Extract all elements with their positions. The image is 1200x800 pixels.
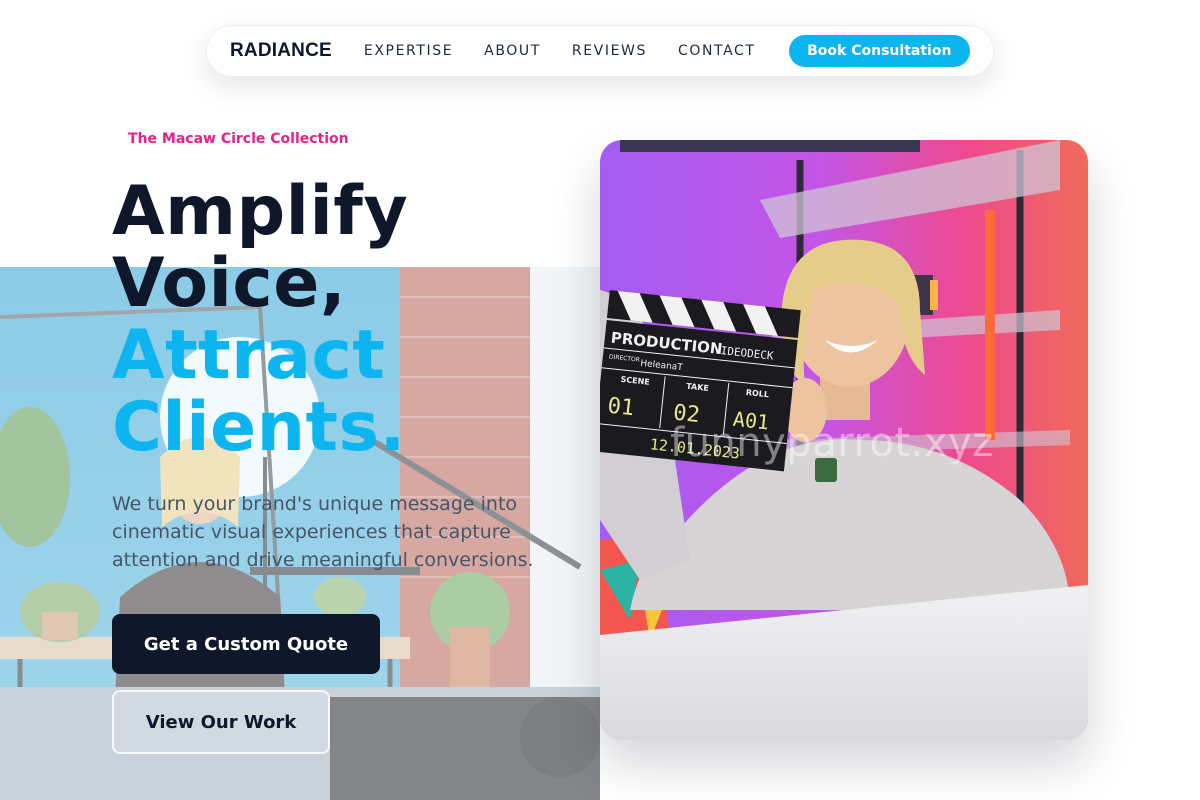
- headline-line-4: Clients.: [112, 388, 406, 467]
- hero-headline: Amplify Voice, Attract Clients.: [112, 176, 408, 464]
- headline-line-3: Attract: [112, 316, 386, 395]
- nav-link-expertise[interactable]: EXPERTISE: [364, 43, 453, 59]
- clapper-scene: 01: [606, 394, 635, 422]
- brand-logo[interactable]: RADIANCE: [230, 40, 332, 62]
- hero-description: We turn your brand's unique message into…: [112, 493, 534, 571]
- get-quote-button[interactable]: Get a Custom Quote: [112, 614, 380, 674]
- nav-link-reviews[interactable]: REVIEWS: [572, 43, 647, 59]
- top-navigation: RADIANCE EXPERTISE ABOUT REVIEWS CONTACT…: [206, 25, 994, 77]
- collection-eyebrow: The Macaw Circle Collection: [128, 131, 349, 147]
- nav-link-contact[interactable]: CONTACT: [678, 43, 756, 59]
- book-consultation-button[interactable]: Book Consultation: [788, 35, 970, 67]
- headline-line-1: Amplify: [112, 172, 409, 251]
- view-work-button[interactable]: View Our Work: [112, 690, 330, 754]
- watermark-text: funnyparrot.xyz: [670, 420, 994, 466]
- nav-link-about[interactable]: ABOUT: [484, 43, 541, 59]
- headline-line-2: Voice,: [112, 244, 347, 323]
